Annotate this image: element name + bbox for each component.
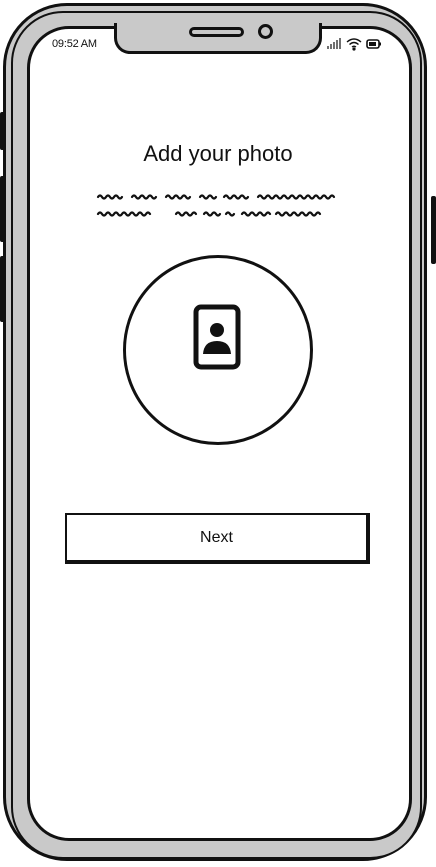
page-title: Add your photo [143,141,293,166]
battery-icon [366,39,381,49]
signal-icon [327,38,341,49]
phone-mockup: 09:52 AM Add your photo Next [0,0,436,867]
speaker-grille [189,27,244,37]
person-badge-icon [193,304,241,370]
power-button [431,196,436,264]
wifi-icon [346,38,362,51]
placeholder-text-scribble [96,194,336,217]
status-icons [326,37,386,51]
next-button[interactable]: Next [65,513,370,564]
status-time: 09:52 AM [52,38,97,50]
front-camera [258,24,273,39]
